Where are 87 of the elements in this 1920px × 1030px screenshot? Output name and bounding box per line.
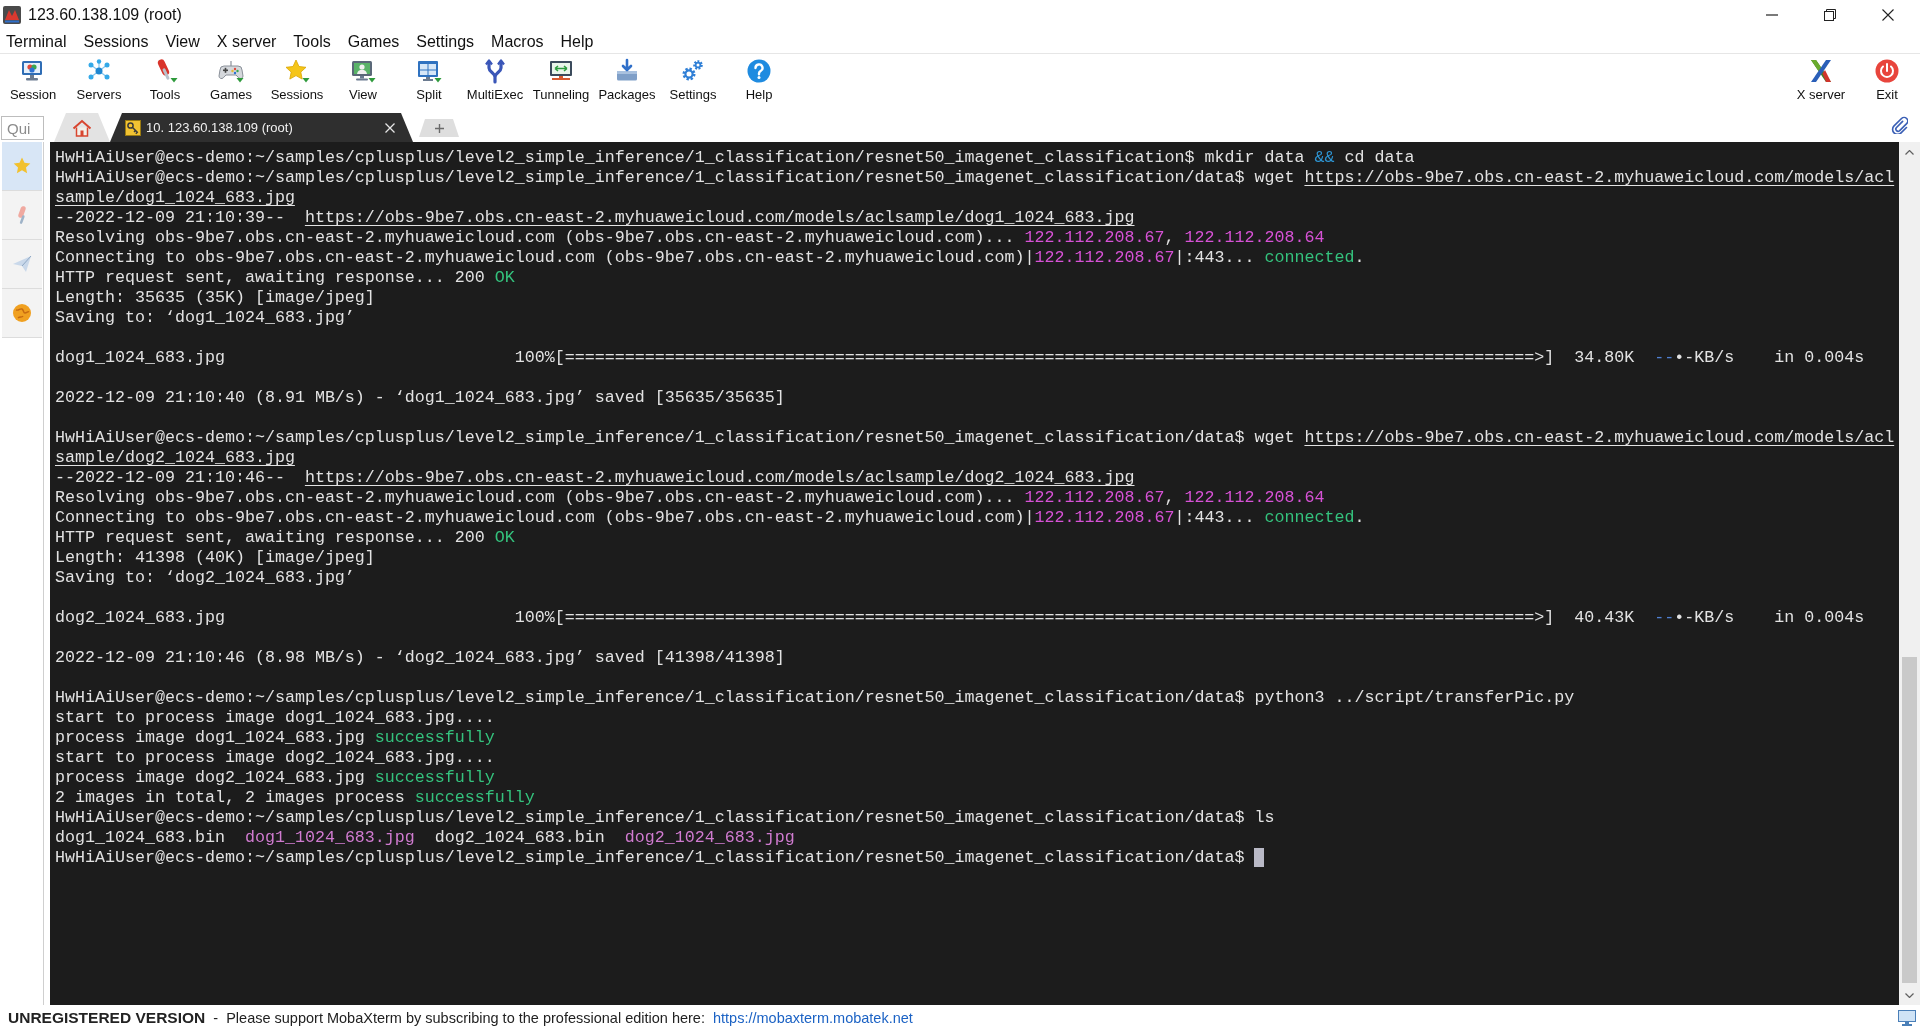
toolbar-button[interactable]: Games	[198, 54, 264, 110]
terminal-line: 2022-12-09 21:10:40 (8.91 MB/s) - ‘dog1_1024_683.jpg’ saved [35635/35635]	[55, 388, 785, 407]
toolbar-button[interactable]: Split	[396, 54, 462, 110]
key-icon	[125, 119, 141, 136]
link[interactable]: https://obs-9be7.obs.cn-east-2.myhuaweicloud.com/models/aclsample/dog1_1024_683.jpg	[304, 208, 1135, 227]
terminal-line: HwHiAiUser@ecs-demo:~/samples/cplusplus/level2_simple_inference/1_classification/resnet50_imagenet_classification/data$ wget https://obs-9be7.obs.cn-east-2.myhuaweicloud.com/models/acl	[55, 168, 1895, 187]
terminal-line: HwHiAiUser@ecs-demo:~/samples/cplusplus/level2_simple_inference/1_classification/resnet50_imagenet_classification/data$	[55, 848, 1246, 867]
menu-item[interactable]: Tools	[293, 30, 331, 53]
terminal-line: start to process image dog2_1024_683.jpg....	[55, 748, 495, 767]
link[interactable]: https://obs-9be7.obs.cn-east-2.myhuaweicloud.com/models/acl	[1304, 428, 1895, 447]
minimize-icon	[1766, 14, 1778, 16]
toolbar-button[interactable]: Tunneling	[528, 54, 594, 110]
terminal-line: process image dog2_1024_683.jpg successfully	[55, 768, 495, 787]
monitor-icon	[1898, 1009, 1916, 1026]
plus-icon	[434, 123, 444, 133]
terminal-line: Saving to: ‘dog2_1024_683.jpg’	[55, 568, 355, 587]
sidebar-tab[interactable]	[2, 240, 42, 289]
quick-connect-field[interactable]: Qui	[1, 116, 44, 140]
terminal-line: process image dog1_1024_683.jpg successfully	[55, 728, 495, 747]
toolbar-button[interactable]: Settings	[660, 54, 726, 110]
toolbar-button[interactable]: Help	[726, 54, 792, 110]
toolbar-button[interactable]: MultiExec	[462, 54, 528, 110]
toolbar-button[interactable]: Servers	[66, 54, 132, 110]
menu-item[interactable]: Terminal	[6, 30, 67, 53]
terminal-line: Resolving obs-9be7.obs.cn-east-2.myhuaweicloud.com (obs-9be7.obs.cn-east-2.myhuaweicloud.com)... 122.112.208.67, 122.112.208.64	[55, 488, 1325, 507]
close-icon	[1882, 9, 1894, 21]
restore-icon	[1824, 9, 1836, 21]
menu-item[interactable]: Help	[560, 30, 594, 53]
link[interactable]: sample/dog2_1024_683.jpg	[55, 448, 295, 467]
link[interactable]: https://mobaxterm.mobatek.net	[713, 1009, 913, 1026]
terminal-line: Length: 41398 (40K) [image/jpeg]	[55, 548, 375, 567]
x-mark-icon	[1808, 58, 1834, 84]
terminal-line: HwHiAiUser@ecs-demo:~/samples/cplusplus/level2_simple_inference/1_classification/resnet50_imagenet_classification/data$ python3 ../script/transferPic.py	[55, 688, 1575, 707]
terminal-line: Length: 35635 (35K) [image/jpeg]	[55, 288, 375, 307]
menu-item[interactable]: Games	[347, 30, 400, 53]
globe-icon	[12, 303, 32, 323]
terminal-line: --2022-12-09 21:10:46-- https://obs-9be7.obs.cn-east-2.myhuaweicloud.com/models/aclsample/dog2_1024_683.jpg	[55, 468, 1135, 487]
terminal-line: 2 images in total, 2 images process successfully	[55, 788, 535, 807]
terminal-line: HwHiAiUser@ecs-demo:~/samples/cplusplus/level2_simple_inference/1_classification/resnet50_imagenet_classification$ mkdir data && cd data	[55, 148, 1415, 167]
tab-close-button[interactable]	[383, 120, 397, 135]
toolbar-button[interactable]: Packages	[594, 54, 660, 110]
menu-item[interactable]: Sessions	[83, 30, 149, 53]
power-icon	[1874, 58, 1900, 84]
toolbar-button[interactable]: X server	[1788, 54, 1854, 110]
star-icon	[12, 156, 32, 176]
sidebar-tab[interactable]	[2, 142, 42, 191]
chevron-down-icon	[1905, 992, 1914, 998]
home-icon	[72, 118, 92, 137]
terminal-line: --2022-12-09 21:10:39-- https://obs-9be7.obs.cn-east-2.myhuaweicloud.com/models/aclsample/dog1_1024_683.jpg	[55, 208, 1135, 227]
chevron-up-icon	[1905, 149, 1914, 155]
terminal-line: Saving to: ‘dog1_1024_683.jpg’	[55, 308, 355, 327]
close-icon	[385, 122, 395, 133]
sidebar-tab[interactable]	[2, 191, 42, 240]
terminal-line: HwHiAiUser@ecs-demo:~/samples/cplusplus/level2_simple_inference/1_classification/resnet50_imagenet_classification/data$ ls	[55, 808, 1275, 827]
toolbar-button[interactable]: Exit	[1854, 54, 1920, 110]
sidebar-tab[interactable]	[2, 289, 42, 338]
menu-item[interactable]: X server	[216, 30, 277, 53]
scrollbar-thumb[interactable]	[1902, 657, 1917, 983]
terminal-line: HwHiAiUser@ecs-demo:~/samples/cplusplus/level2_simple_inference/1_classification/resnet50_imagenet_classification/data$ wget https://obs-9be7.obs.cn-east-2.myhuaweicloud.com/models/acl	[55, 428, 1895, 447]
new-tab-button[interactable]	[419, 119, 459, 137]
paper-plane-icon	[12, 254, 32, 274]
link[interactable]: https://obs-9be7.obs.cn-east-2.myhuaweicloud.com/models/acl	[1304, 168, 1895, 187]
menu-item[interactable]: Macros	[491, 30, 544, 53]
terminal-line: dog1_1024_683.jpg 100%[=================================================================================================>] 34.80K --•-KB/s in 0.004s	[55, 348, 1865, 367]
terminal-line: Connecting to obs-9be7.obs.cn-east-2.myhuaweicloud.com (obs-9be7.obs.cn-east-2.myhuaweicloud.com)|122.112.208.67|:443... connected.	[55, 508, 1365, 527]
terminal-line: dog2_1024_683.jpg 100%[=================================================================================================>] 40.43K --•-KB/s in 0.004s	[55, 608, 1865, 627]
terminal-line: dog1_1024_683.bin dog1_1024_683.jpg dog2_1024_683.bin dog2_1024_683.jpg	[55, 828, 795, 847]
app-icon	[3, 6, 21, 24]
block-cursor-icon	[1254, 848, 1265, 868]
tab[interactable]: 10. 123.60.138.109 (root)	[110, 113, 413, 142]
toolbar-button[interactable]: Session	[0, 54, 66, 110]
toolbar-button[interactable]: Tools	[132, 54, 198, 110]
terminal-line: Resolving obs-9be7.obs.cn-east-2.myhuaweicloud.com (obs-9be7.obs.cn-east-2.myhuaweicloud.com)... 122.112.208.67, 122.112.208.64	[55, 228, 1325, 247]
terminal-line: HTTP request sent, awaiting response... 200 OK	[55, 528, 515, 547]
toolbar-button[interactable]: Sessions	[264, 54, 330, 110]
menu-item[interactable]: View	[165, 30, 200, 53]
status-message: UNREGISTERED VERSION - Please support MobaXterm by subscribing to the professional edition here: https://mobaxterm.mobatek.net	[8, 1007, 913, 1028]
terminal-line: Connecting to obs-9be7.obs.cn-east-2.myhuaweicloud.com (obs-9be7.obs.cn-east-2.myhuaweicloud.com)|122.112.208.67|:443... connected.	[55, 248, 1365, 267]
terminal-line: 2022-12-09 21:10:46 (8.98 MB/s) - ‘dog2_1024_683.jpg’ saved [41398/41398]	[55, 648, 785, 667]
paperclip-icon[interactable]	[1890, 116, 1908, 134]
link[interactable]: https://obs-9be7.obs.cn-east-2.myhuaweicloud.com/models/aclsample/dog2_1024_683.jpg	[304, 468, 1135, 487]
menu-item[interactable]: Settings	[416, 30, 475, 53]
toolbar-button[interactable]: View	[330, 54, 396, 110]
terminal-line: HTTP request sent, awaiting response... 200 OK	[55, 268, 515, 287]
link[interactable]: sample/dog1_1024_683.jpg	[55, 188, 295, 207]
window-title: 123.60.138.109 (root)	[28, 5, 182, 25]
terminal-line: start to process image dog1_1024_683.jpg....	[55, 708, 495, 727]
